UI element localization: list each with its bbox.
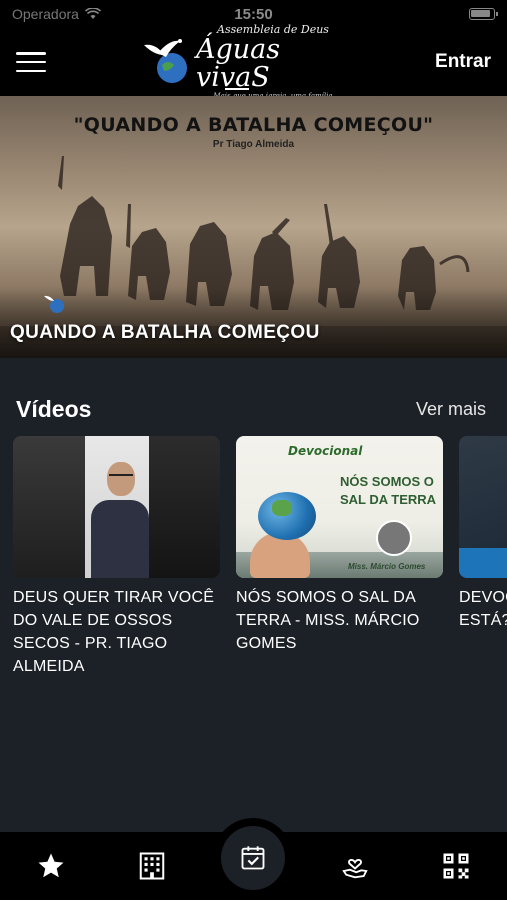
banner-logo-icon — [44, 295, 64, 313]
church-logo: Assembleia de Deus Águas vivaS Mais que … — [140, 23, 350, 100]
app-header: Assembleia de Deus Águas vivaS Mais que … — [0, 23, 507, 100]
building-icon — [139, 852, 165, 880]
logo-underline — [225, 88, 249, 90]
tab-qr-code[interactable] — [426, 836, 486, 896]
login-button[interactable]: Entrar — [435, 51, 491, 73]
videos-section-header: Vídeos Ver mais — [16, 396, 486, 423]
thumb-title-line-2: SAL DA TERRA — [340, 492, 437, 507]
video-thumbnail — [13, 436, 220, 578]
see-more-link[interactable]: Ver mais — [416, 399, 486, 420]
video-thumbnail: Devocional NÓS SOMOS O SAL DA TERRA Miss… — [236, 436, 443, 578]
wifi-icon — [84, 8, 101, 19]
calendar-check-icon — [241, 846, 265, 870]
tab-agenda[interactable] — [221, 826, 285, 890]
thumb-signature: Miss. Márcio Gomes — [348, 562, 426, 571]
video-caption: DEVOCIONAL QUAL ESTÁ? ALMEIDA — [459, 589, 507, 629]
battery-icon — [469, 8, 498, 20]
carrier-label: Operadora — [12, 6, 79, 22]
videos-section-title: Vídeos — [16, 396, 92, 422]
video-caption: NÓS SOMOS O SAL DA TERRA - MISS. MÁRCIO … — [236, 589, 420, 652]
thumb-header: Devocional — [288, 444, 363, 458]
status-time: 15:50 — [234, 5, 273, 23]
qr-code-icon — [443, 853, 469, 879]
menu-icon[interactable] — [16, 52, 46, 72]
video-card[interactable]: DEVOCIONAL QUAL ESTÁ? ALMEIDA — [459, 436, 507, 632]
logo-text: Assembleia de Deus Águas vivaS Mais que … — [196, 23, 350, 100]
status-left: Operadora — [12, 6, 101, 22]
star-icon — [38, 853, 64, 878]
hand-heart-icon — [342, 859, 368, 879]
speaker-avatar — [376, 520, 412, 556]
video-card[interactable]: DEUS QUER TIRAR VOCÊ DO VALE DE OSSOS SE… — [13, 436, 220, 678]
featured-banner[interactable]: "QUANDO A BATALHA COMEÇOU" Pr Tiago Alme… — [0, 96, 507, 358]
tab-donate[interactable] — [325, 836, 385, 896]
video-thumbnail — [459, 436, 507, 578]
dove-globe-icon — [140, 35, 192, 87]
video-caption: DEUS QUER TIRAR VOCÊ DO VALE DE OSSOS SE… — [13, 589, 215, 675]
banner-title: QUANDO A BATALHA COMEÇOU — [10, 322, 320, 343]
tab-church[interactable] — [122, 836, 182, 896]
video-card[interactable]: Devocional NÓS SOMOS O SAL DA TERRA Miss… — [236, 436, 443, 655]
logo-main-line: Águas vivaS — [196, 33, 281, 93]
tab-favorites[interactable] — [21, 836, 81, 896]
thumb-title-line-1: NÓS SOMOS O — [340, 474, 434, 489]
